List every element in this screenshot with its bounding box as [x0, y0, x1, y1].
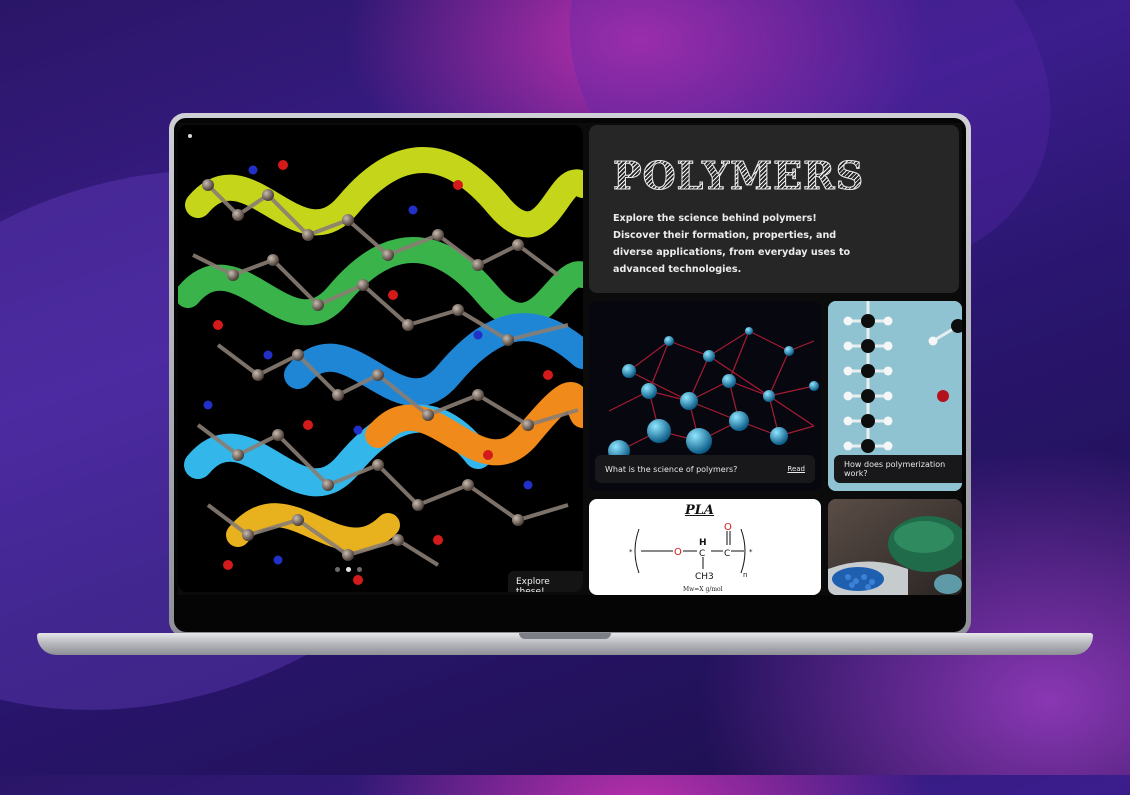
- pla-carbon: C: [724, 549, 730, 559]
- pla-carbon: C: [699, 549, 705, 559]
- pla-methyl: CH3: [695, 572, 714, 582]
- plastic-pellets-image: [828, 499, 962, 595]
- explore-button[interactable]: Explore these!: [508, 571, 583, 592]
- card-caption: What is the science of polymers? Read: [595, 455, 815, 483]
- pla-repeat-n: n: [743, 571, 747, 579]
- read-link[interactable]: Read: [787, 465, 805, 473]
- card-caption-text: How does polymerization work?: [844, 460, 946, 478]
- pla-title: PLA: [685, 503, 715, 518]
- website-screen: Explore these! POLYMERS Explore the scie…: [178, 123, 962, 595]
- pla-structure-card[interactable]: PLA * * O H C C O CH3 n Mw=X g/mol: [589, 499, 821, 595]
- card-caption-text: What is the science of polymers?: [605, 464, 738, 474]
- intro-description: Explore the science behind polymers! Dis…: [613, 213, 851, 275]
- page-title: POLYMERS: [612, 153, 865, 199]
- carousel-dot[interactable]: [335, 567, 340, 572]
- plastic-pellets-card[interactable]: [828, 499, 962, 595]
- carousel-dot-active[interactable]: [346, 567, 351, 572]
- pla-oxygen: O: [724, 522, 732, 533]
- camera-dot: [188, 134, 192, 138]
- laptop-notch: [519, 633, 611, 639]
- carousel-dot[interactable]: [357, 567, 362, 572]
- pla-oxygen: O: [674, 547, 682, 558]
- polymerization-card[interactable]: How does polymerization work?: [828, 301, 962, 491]
- protein-helix-image: [178, 125, 583, 592]
- pla-hydrogen: H: [699, 538, 707, 548]
- card-caption: How does polymerization work?: [834, 455, 962, 483]
- laptop-base: [37, 633, 1093, 655]
- pla-end-star: *: [749, 548, 753, 556]
- intro-card: POLYMERS Explore the science behind poly…: [589, 125, 959, 293]
- carousel-dots: [335, 567, 362, 572]
- science-card[interactable]: What is the science of polymers? Read: [589, 301, 821, 491]
- pla-end-star: *: [629, 548, 633, 556]
- hero-carousel[interactable]: Explore these!: [178, 125, 583, 592]
- pla-molecular-weight: Mw=X g/mol: [683, 586, 723, 593]
